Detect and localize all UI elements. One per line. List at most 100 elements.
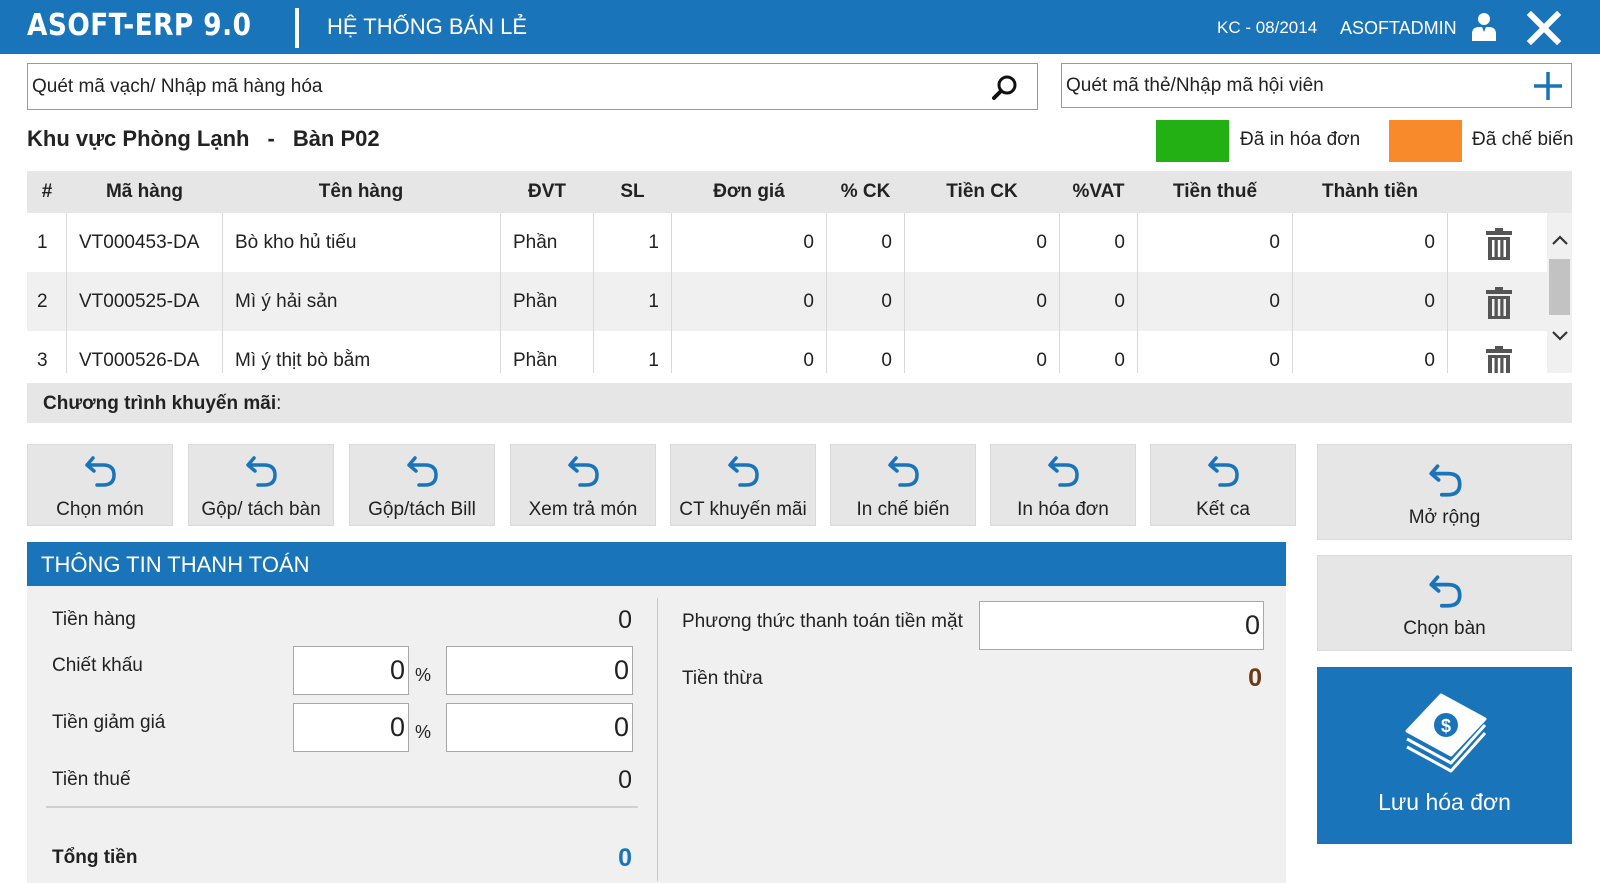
delete-row-icon[interactable] [1483,345,1515,373]
promotion-label: Chương trình khuyến mãi: [43,393,281,415]
row-vat-pct: 0 [1060,213,1138,272]
payment-column-divider [657,598,658,881]
expand-label: Mở rộng [1408,507,1481,528]
change-value: 0 [1248,664,1262,692]
end-shift-button[interactable]: Kết ca [1150,444,1296,526]
row-name: Mì ý hải sản [223,272,501,331]
row-tax-amt: 0 [1138,272,1293,331]
member-search-input[interactable] [1066,64,1506,107]
payment-header: THÔNG TIN THANH TOÁN [27,542,1286,586]
undo-arrow-icon [1208,456,1239,487]
expand-button[interactable]: Mở rộng [1317,444,1572,540]
row-code: VT000453-DA [67,213,223,272]
delete-row-icon[interactable] [1483,227,1515,261]
reduction-amount-input[interactable] [446,703,633,752]
row-discount-amt: 0 [905,272,1060,331]
product-search-box [27,63,1038,110]
change-label: Tiền thừa [682,668,763,689]
location-separator: - [267,126,275,151]
choose-table-button[interactable]: Chọn bàn [1317,555,1572,651]
row-unit: Phần [501,331,594,373]
undo-arrow-icon [1048,456,1079,487]
goods-amount-label: Tiền hàng [52,609,136,630]
search-icon[interactable] [991,74,1019,102]
table-body: 1 VT000453-DA Bò kho hủ tiếu Phần 1 0 0 … [27,213,1547,373]
discount-percent-input[interactable] [293,646,409,695]
action-label: CT khuyến mãi [679,499,807,520]
row-discount-pct: 0 [827,213,905,272]
col-index: # [41,181,53,202]
header-divider [295,8,299,48]
table-row[interactable]: 2 VT000525-DA Mì ý hải sản Phần 1 0 0 0 … [27,272,1547,331]
col-tax-amt: Tiền thuế [1172,181,1258,202]
merge-split-table-button[interactable]: Gộp/ tách bàn [188,444,334,526]
delete-row-icon[interactable] [1483,286,1515,320]
svg-text:$: $ [1441,716,1451,736]
action-label: Gộp/tách Bill [368,499,476,520]
processed-legend-label: Đã chế biến [1472,129,1574,150]
select-dish-button[interactable]: Chọn món [27,444,173,526]
row-qty[interactable]: 1 [594,272,672,331]
scroll-down-icon[interactable] [1551,329,1569,343]
row-price: 0 [672,272,827,331]
print-kitchen-button[interactable]: In chế biến [830,444,976,526]
reduction-percent-input[interactable] [293,703,409,752]
col-name: Tên hàng [318,181,404,202]
money-stack-icon: $ [1405,693,1487,773]
cash-amount-input[interactable] [979,601,1264,650]
row-name: Bò kho hủ tiếu [223,213,501,272]
save-invoice-button[interactable]: $ Lưu hóa đơn [1317,667,1572,844]
row-vat-pct: 0 [1060,331,1138,373]
username[interactable]: ASOFTADMIN [1340,18,1457,39]
choose-table-label: Chọn bàn [1403,618,1486,639]
table-header: # Mã hàng Tên hàng ĐVT SL Đơn giá % CK T… [27,171,1572,213]
total-value: 0 [618,844,632,872]
action-label: In hóa đơn [1017,499,1109,520]
plus-icon[interactable] [1531,69,1565,103]
table-row[interactable]: 1 VT000453-DA Bò kho hủ tiếu Phần 1 0 0 … [27,213,1547,272]
merge-split-bill-button[interactable]: Gộp/tách Bill [349,444,495,526]
save-invoice-label: Lưu hóa đơn [1378,789,1511,815]
row-index: 3 [27,331,67,373]
discount-amount-input[interactable] [446,646,633,695]
col-vat-pct: %VAT [1072,181,1125,202]
product-search-input[interactable] [32,64,972,109]
row-index: 1 [27,213,67,272]
col-total: Thành tiền [1321,181,1419,202]
printed-legend-label: Đã in hóa đơn [1240,129,1361,150]
promotion-program-button[interactable]: CT khuyến mãi [670,444,816,526]
row-price: 0 [672,331,827,373]
col-price: Đơn giá [713,181,785,202]
close-icon[interactable] [1526,10,1562,46]
view-returns-button[interactable]: Xem trả món [510,444,656,526]
undo-arrow-icon [888,456,919,487]
row-qty[interactable]: 1 [594,331,672,373]
row-total: 0 [1293,213,1448,272]
tax-label: Tiền thuế [52,769,131,790]
goods-amount-value: 0 [618,606,632,634]
row-unit: Phần [501,272,594,331]
undo-arrow-icon [568,456,599,487]
row-qty[interactable]: 1 [594,213,672,272]
col-discount-pct: % CK [840,181,891,202]
scrollbar-thumb[interactable] [1549,259,1570,315]
undo-arrow-icon [85,456,116,487]
row-index: 2 [27,272,67,331]
row-tax-amt: 0 [1138,213,1293,272]
row-tax-amt: 0 [1138,331,1293,373]
table-scrollbar[interactable] [1547,213,1572,373]
row-discount-pct: 0 [827,272,905,331]
action-label: Xem trả món [528,499,638,520]
row-price: 0 [672,213,827,272]
total-label: Tổng tiền [52,847,138,868]
print-invoice-button[interactable]: In hóa đơn [990,444,1136,526]
user-icon[interactable] [1470,12,1498,42]
promotion-text: Chương trình khuyến mãi [43,393,277,414]
member-search-box [1061,63,1572,108]
row-discount-pct: 0 [827,331,905,373]
payment-divider [46,806,638,808]
col-discount-amt: Tiền CK [946,181,1018,202]
col-qty: SL [620,181,645,202]
table-row[interactable]: 3 VT000526-DA Mì ý thịt bò bằm Phần 1 0 … [27,331,1547,373]
scroll-up-icon[interactable] [1551,233,1569,247]
